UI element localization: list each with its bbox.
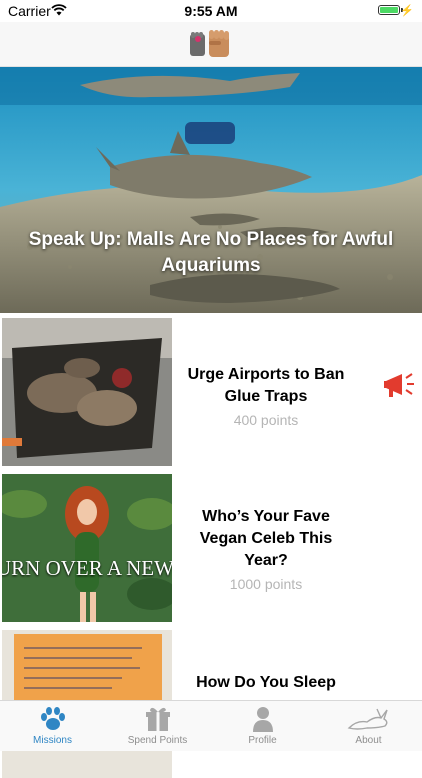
tab-label: Missions (33, 735, 72, 746)
mission-title: Urge Airports to Ban Glue Traps (187, 366, 345, 405)
gift-icon (145, 707, 170, 731)
glue-trap-photo (2, 318, 172, 466)
tab-profile[interactable]: Profile (210, 701, 315, 751)
mission-title: Who’s Your Fave Vegan Celeb This Year? (199, 508, 333, 569)
fist-logo-icon (190, 30, 229, 57)
tab-label: About (355, 735, 382, 746)
paw-icon (40, 707, 65, 730)
person-icon (252, 707, 273, 732)
nav-bar (0, 22, 422, 67)
tab-bar: Missions Spend Points Profile About (0, 700, 422, 751)
rabbit-icon (347, 708, 388, 730)
tab-missions[interactable]: Missions (0, 701, 105, 751)
tab-label: Profile (248, 735, 277, 746)
tab-about[interactable]: About (316, 701, 421, 751)
tab-spend-points[interactable]: Spend Points (105, 701, 210, 751)
mission-text: Who’s Your Fave Vegan Celeb This Year? 1… (178, 506, 354, 592)
mission-points: 400 points (233, 412, 299, 428)
mission-points: 1000 points (229, 576, 303, 592)
clock: 9:55 AM (184, 3, 238, 19)
featured-mission-card[interactable]: Speak Up: Malls Are No Places for Awful … (0, 67, 422, 313)
mission-text: How Do You Sleep (178, 672, 354, 694)
featured-mission-title: Speak Up: Malls Are No Places for Awful … (28, 229, 394, 276)
tab-label: Spend Points (127, 735, 188, 746)
thumb-caption: URN OVER A NEW LEAF (2, 556, 172, 580)
mission-title: How Do You Sleep (196, 674, 336, 691)
status-bar: Carrier 9:55 AM ⚡ (0, 0, 422, 22)
mission-text: Urge Airports to Ban Glue Traps 400 poin… (178, 364, 354, 428)
megaphone-icon (384, 373, 414, 397)
battery-icon (378, 5, 400, 15)
vegan-celeb-photo: URN OVER A NEW LEAF (2, 474, 172, 622)
mission-row[interactable]: URN OVER A NEW LEAF Who’s Your Fave Vega… (0, 470, 422, 622)
mission-row[interactable]: Urge Airports to Ban Glue Traps 400 poin… (0, 314, 422, 466)
charging-icon: ⚡ (400, 5, 414, 17)
